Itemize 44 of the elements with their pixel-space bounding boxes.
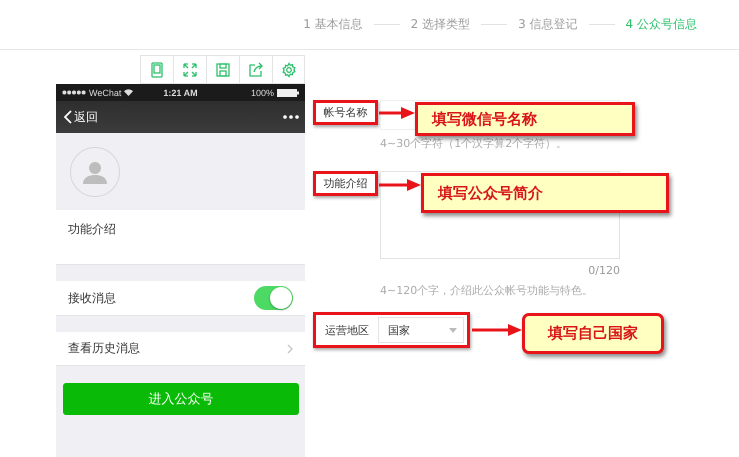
chevron-right-icon [287, 344, 293, 354]
toolbar-button[interactable] [272, 55, 305, 84]
toolbar-button[interactable] [173, 55, 206, 84]
toolbar-button[interactable] [140, 55, 173, 84]
share-icon [248, 62, 264, 78]
toggle-switch[interactable] [254, 286, 293, 310]
field-hint: 4~30个字符（1个汉字算2个字符）。 [380, 136, 568, 151]
annotation-arrow [472, 323, 522, 337]
field-hint: 4~120个字，介绍此公众帐号功能与特色。 [380, 283, 594, 298]
carrier-label: WeChat [89, 88, 122, 98]
step-label: 1 基本信息 [303, 16, 363, 33]
step-label: 3 信息登记 [518, 16, 578, 33]
step-label: 4 公众号信息 [626, 16, 697, 33]
toolbar-button[interactable] [206, 55, 239, 84]
annotation-tooltip: 填写微信号名称 [415, 102, 635, 136]
more-icon[interactable] [283, 115, 299, 119]
person-silhouette-icon [83, 160, 107, 184]
back-button[interactable]: 返回 [64, 108, 98, 126]
signal-dots-icon [62, 90, 86, 95]
battery-icon [277, 88, 299, 96]
toolbar-button[interactable] [239, 55, 272, 84]
row-label: 接收消息 [68, 290, 117, 306]
battery-label: 100% [250, 88, 274, 98]
char-counter: 0/120 [587, 264, 620, 277]
region-select[interactable]: 国家 [378, 317, 464, 343]
dropdown-caret-icon [449, 328, 457, 332]
annotation-tooltip: 填写公众号简介 [421, 173, 669, 213]
list-row[interactable]: 查看历史消息 [56, 332, 305, 366]
annotation-arrow [379, 106, 415, 120]
settings-icon [280, 62, 296, 78]
wifi-icon [124, 89, 134, 96]
annotation-arrow [379, 178, 421, 192]
row-label: 功能介绍 [68, 221, 117, 238]
chevron-left-icon [64, 110, 72, 124]
row-label: 查看历史消息 [68, 340, 141, 357]
field-label: 功能介绍 [313, 171, 378, 196]
expand-icon [182, 62, 198, 78]
field-label: 运营地区 [324, 322, 370, 338]
status-time: 1:21 AM [162, 88, 199, 98]
annotation-tooltip: 填写自己国家 [522, 313, 664, 354]
save-icon [215, 62, 231, 78]
tablet-icon [149, 62, 165, 78]
step-label: 2 选择类型 [410, 16, 470, 33]
field-label: 帐号名称 [313, 100, 378, 125]
